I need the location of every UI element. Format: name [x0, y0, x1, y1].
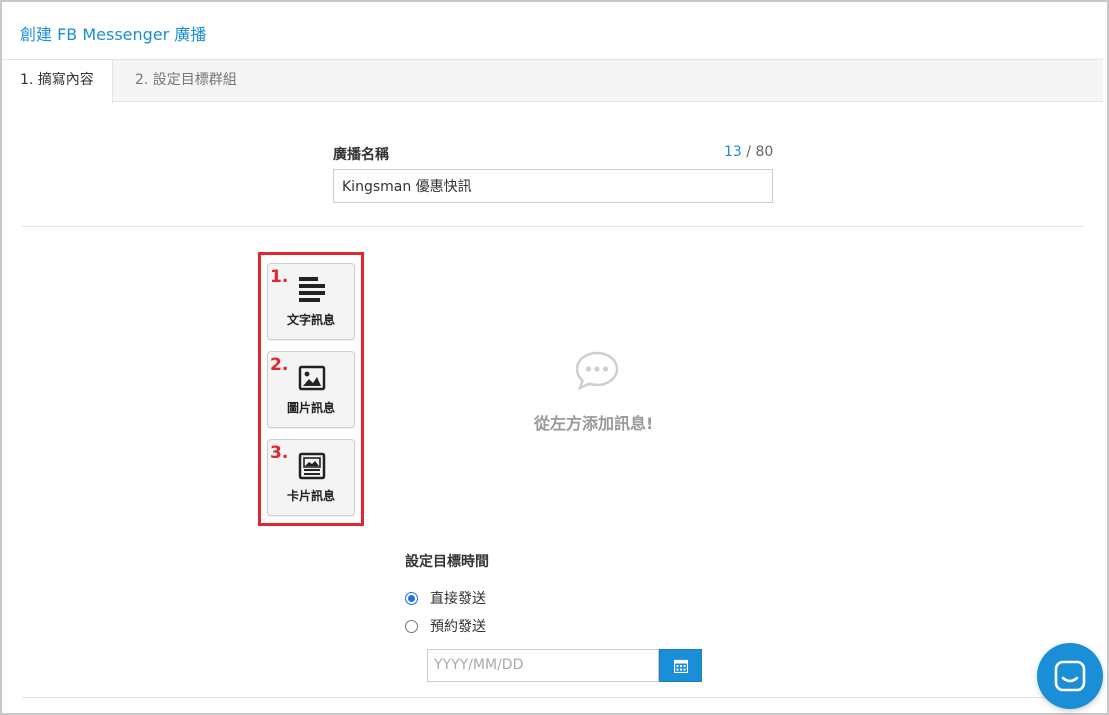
tab-compose-content[interactable]: 1. 摘寫內容: [2, 60, 113, 103]
step-number-3: 3.: [270, 443, 289, 463]
window-frame: [0, 0, 1109, 715]
radio-send-now-label: 直接發送: [430, 591, 486, 607]
char-count-max: / 80: [741, 144, 774, 160]
char-count-current: 13: [724, 144, 742, 160]
chat-launcher-icon: [1054, 660, 1086, 692]
radio-schedule-send-circle[interactable]: [405, 619, 418, 633]
tab-target-group[interactable]: 2. 設定目標群組: [117, 60, 255, 102]
image-message-label: 圖片訊息: [286, 401, 335, 415]
broadcast-name-label: 廣播名稱: [333, 147, 389, 163]
empty-state-text: 從左方添加訊息!: [534, 414, 654, 433]
radio-send-now[interactable]: 直接發送: [405, 589, 486, 607]
chat-launcher-button[interactable]: [1037, 643, 1103, 709]
char-counter: 13 / 80: [724, 144, 773, 160]
page-header: 創建 FB Messenger 廣播: [2, 2, 1103, 60]
radio-schedule-send[interactable]: 預約發送: [405, 617, 486, 635]
step-number-1: 1.: [270, 267, 289, 287]
text-lines-icon: [299, 277, 325, 302]
page-title: 創建 FB Messenger 廣播: [20, 25, 207, 44]
calendar-button[interactable]: [659, 649, 702, 682]
schedule-title: 設定目標時間: [405, 554, 489, 570]
calendar-icon: [674, 659, 688, 673]
date-input[interactable]: YYYY/MM/DD: [427, 649, 659, 682]
text-message-label: 文字訊息: [286, 313, 335, 327]
image-icon: [298, 365, 326, 391]
card-message-label: 卡片訊息: [286, 489, 335, 503]
section-divider: [22, 226, 1084, 227]
radio-send-now-circle[interactable]: [405, 591, 418, 605]
tab-bar: 1. 摘寫內容 2. 設定目標群組: [2, 60, 1103, 103]
card-icon: [298, 452, 326, 480]
step-number-2: 2.: [270, 355, 289, 375]
broadcast-name-input[interactable]: [333, 169, 773, 203]
bottom-divider: [22, 697, 1084, 698]
radio-schedule-send-label: 預約發送: [430, 619, 486, 635]
chat-bubble-icon: [575, 351, 619, 391]
